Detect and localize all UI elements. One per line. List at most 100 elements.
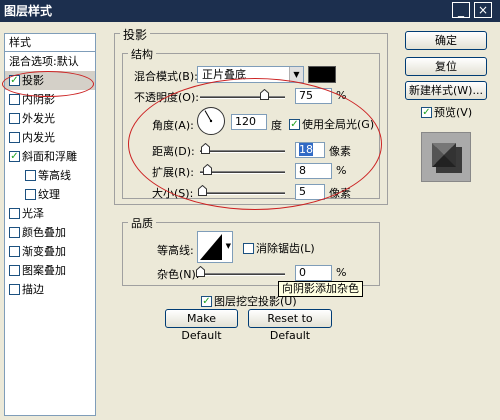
opacity-slider-thumb[interactable] (259, 89, 269, 100)
noise-slider-thumb[interactable] (196, 266, 205, 277)
global-light-label: 使用全局光(G) (302, 118, 375, 131)
shadow-color-swatch[interactable] (308, 66, 336, 83)
styles-list-item-label: 斜面和浮雕 (22, 150, 77, 163)
distance-label: 距离(D): (152, 145, 195, 158)
checkbox-icon[interactable] (9, 93, 20, 105)
checkbox-icon[interactable]: ✓ (9, 150, 20, 162)
quality-title: 品质 (128, 215, 156, 231)
blend-mode-value: 正片叠底 (202, 68, 246, 81)
checkbox-icon[interactable] (9, 264, 20, 276)
blend-mode-select[interactable]: 正片叠底 ▼ (197, 66, 304, 83)
styles-list-item-label: 描边 (22, 283, 44, 296)
checkbox-icon[interactable] (25, 169, 36, 181)
checkbox-icon[interactable] (25, 188, 36, 200)
styles-list-item[interactable]: 等高线 (5, 166, 95, 185)
spread-label: 扩展(R): (152, 166, 194, 179)
styles-list: 样式 混合选项:默认 ✓ 投影 内阴影 外发光 内发光 ✓ 斜面和浮雕 等高线 纹理 光泽 颜色叠加渐… (4, 33, 96, 416)
checkbox-icon[interactable]: ✓ (9, 74, 20, 86)
spread-input[interactable]: 8 (295, 163, 332, 179)
styles-list-item[interactable]: 内阴影 (5, 90, 95, 109)
styles-list-item-label: 混合选项:默认 (9, 55, 79, 68)
size-unit: 像素 (329, 187, 351, 200)
spread-slider-thumb[interactable] (202, 164, 212, 175)
chevron-down-icon: ▼ (289, 67, 303, 82)
close-button[interactable]: × (474, 2, 492, 18)
styles-list-item-label: 光泽 (22, 207, 44, 220)
styles-list-item-label: 纹理 (38, 188, 60, 201)
styles-list-item[interactable]: 混合选项:默认 (5, 52, 95, 71)
spread-unit: % (336, 164, 347, 177)
styles-list-item-label: 内发光 (22, 131, 55, 144)
size-input[interactable]: 5 (295, 184, 325, 200)
styles-list-item[interactable]: 描边 (5, 280, 95, 299)
styles-list-item[interactable]: 颜色叠加 (5, 223, 95, 242)
styles-list-item-label: 渐变叠加 (22, 245, 66, 258)
checkbox-icon[interactable] (9, 131, 20, 143)
opacity-label: 不透明度(O): (134, 91, 199, 104)
styles-list-item-label: 投影 (22, 74, 44, 87)
checkbox-icon: ✓ (201, 295, 212, 307)
knockout-checkbox[interactable]: ✓ 图层挖空投影(U) (201, 293, 297, 309)
antialias-checkbox[interactable]: 消除锯齿(L) (243, 240, 315, 256)
checkbox-icon[interactable] (9, 283, 20, 295)
ok-button[interactable]: 确定 (405, 31, 487, 50)
checkbox-icon[interactable] (9, 207, 20, 219)
drop-shadow-title: 投影 (120, 26, 151, 43)
checkbox-icon[interactable] (9, 226, 20, 238)
size-slider-thumb[interactable] (197, 185, 207, 196)
opacity-slider-track[interactable] (200, 96, 285, 99)
chevron-down-icon: ▼ (225, 242, 231, 250)
blend-mode-label: 混合模式(B): (134, 70, 198, 83)
opacity-unit: % (336, 89, 347, 102)
structure-title: 结构 (128, 46, 156, 62)
styles-list-item-label: 外发光 (22, 112, 55, 125)
style-preview-thumbnail (421, 132, 471, 182)
size-label: 大小(S): (152, 187, 194, 200)
preview-checkbox[interactable]: ✓ 预览(V) (421, 104, 472, 120)
minimize-button[interactable]: _ (452, 2, 470, 18)
preview-swatch-icon (432, 143, 462, 173)
knockout-label: 图层挖空投影(U) (214, 295, 297, 308)
angle-input[interactable]: 120 (231, 114, 267, 130)
styles-list-item-label: 内阴影 (22, 93, 55, 106)
reset-button[interactable]: 复位 (405, 57, 487, 76)
new-style-button[interactable]: 新建样式(W)... (405, 81, 487, 100)
styles-list-header: 样式 (5, 34, 95, 52)
styles-list-item[interactable]: 内发光 (5, 128, 95, 147)
checkbox-icon[interactable] (9, 112, 20, 124)
opacity-input[interactable]: 75 (295, 88, 332, 104)
styles-list-item[interactable]: 图案叠加 (5, 261, 95, 280)
styles-list-item-label: 颜色叠加 (22, 226, 66, 239)
styles-list-item[interactable]: 外发光 (5, 109, 95, 128)
contour-picker[interactable]: ▼ (197, 231, 233, 263)
styles-list-item[interactable]: ✓ 斜面和浮雕 (5, 147, 95, 166)
global-light-checkbox[interactable]: ✓ 使用全局光(G) (289, 116, 374, 132)
noise-input[interactable]: 0 (295, 265, 332, 281)
noise-slider-track[interactable] (200, 273, 285, 276)
noise-label: 杂色(N): (157, 268, 200, 281)
angle-label: 角度(A): (152, 119, 194, 132)
spread-slider-track[interactable] (200, 171, 285, 174)
checkbox-icon: ✓ (421, 106, 432, 118)
antialias-label: 消除锯齿(L) (256, 242, 315, 255)
distance-slider-track[interactable] (200, 150, 285, 153)
size-slider-track[interactable] (200, 192, 285, 195)
styles-list-item-label: 等高线 (38, 169, 71, 182)
angle-dial[interactable] (196, 106, 226, 136)
preview-label: 预览(V) (434, 106, 473, 119)
checkbox-icon[interactable] (9, 245, 20, 257)
styles-list-item[interactable]: ✓ 投影 (5, 71, 95, 90)
styles-list-item[interactable]: 光泽 (5, 204, 95, 223)
styles-list-item[interactable]: 渐变叠加 (5, 242, 95, 261)
distance-slider-thumb[interactable] (201, 143, 211, 154)
noise-unit: % (336, 266, 347, 279)
reset-to-default-button[interactable]: Reset to Default (248, 309, 332, 342)
distance-value: 18 (299, 143, 313, 156)
angle-unit: 度 (271, 119, 282, 132)
layer-style-dialog: 图层样式 _ × 样式 混合选项:默认 ✓ 投影 内阴影 外发光 内发光 ✓ 斜面和浮雕 等高线… (0, 0, 500, 420)
window-title: 图层样式 (4, 4, 53, 18)
distance-input[interactable]: 18 (295, 142, 325, 158)
make-default-button[interactable]: Make Default (165, 309, 238, 342)
styles-list-item[interactable]: 纹理 (5, 185, 95, 204)
styles-list-item-label: 图案叠加 (22, 264, 66, 277)
